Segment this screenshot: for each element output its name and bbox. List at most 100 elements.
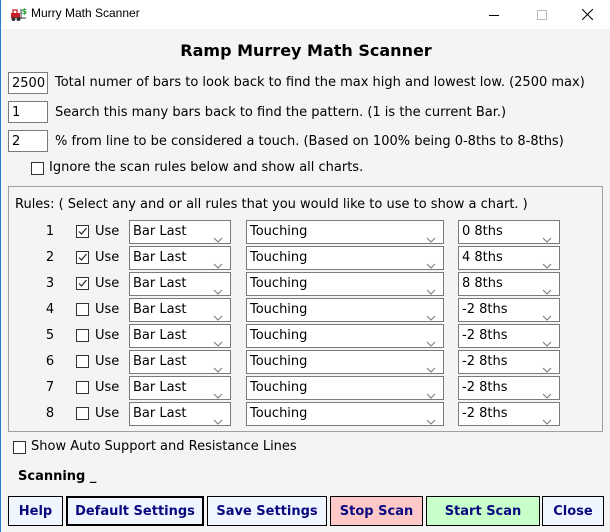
chevron-down-icon — [213, 333, 223, 347]
rule-bar-value: Bar Last — [133, 328, 187, 343]
rule-condition-value: Touching — [250, 354, 308, 369]
chevron-down-icon — [213, 281, 223, 295]
rule-use-checkbox[interactable] — [76, 225, 89, 238]
minimize-button[interactable] — [471, 0, 517, 29]
close-button[interactable]: Close — [542, 496, 604, 526]
chevron-down-icon — [213, 359, 223, 373]
rule-level-value: -2 8ths — [462, 406, 508, 421]
rule-level-value: -2 8ths — [462, 302, 508, 317]
rule-use-label: Use — [95, 328, 120, 343]
window-title: Murry Math Scanner — [31, 6, 140, 20]
rule-bar-select[interactable]: Bar Last — [129, 350, 231, 374]
rule-number: 1 — [45, 224, 55, 239]
rule-condition-value: Touching — [250, 328, 308, 343]
rule-use-checkbox[interactable] — [76, 329, 89, 342]
rule-level-select[interactable]: 4 8ths — [458, 246, 560, 270]
rule-use-checkbox[interactable] — [76, 407, 89, 420]
rule-condition-value: Touching — [250, 250, 308, 265]
rule-bar-value: Bar Last — [133, 354, 187, 369]
rule-level-select[interactable]: -2 8ths — [458, 324, 560, 348]
rule-number: 2 — [45, 250, 55, 265]
chevron-down-icon — [426, 281, 436, 295]
ignore-rules-checkbox[interactable] — [31, 162, 44, 175]
rule-condition-select[interactable]: Touching — [246, 272, 444, 296]
rule-level-select[interactable]: 0 8ths — [458, 220, 560, 244]
auto-lines-checkbox[interactable] — [13, 441, 26, 454]
rule-bar-value: Bar Last — [133, 250, 187, 265]
forklift-dollar-icon: $ — [10, 6, 28, 22]
rule-bar-select[interactable]: Bar Last — [129, 272, 231, 296]
rule-use-checkbox[interactable] — [76, 303, 89, 316]
chevron-down-icon — [542, 385, 552, 399]
chevron-down-icon — [542, 307, 552, 321]
rule-use-checkbox[interactable] — [76, 251, 89, 264]
chevron-down-icon — [426, 255, 436, 269]
rule-condition-select[interactable]: Touching — [246, 376, 444, 400]
chevron-down-icon — [426, 229, 436, 243]
search-bars-label: Search this many bars back to find the p… — [55, 105, 507, 120]
page-title: Ramp Murrey Math Scanner — [180, 41, 432, 60]
chevron-down-icon — [542, 229, 552, 243]
stop-scan-button[interactable]: Stop Scan — [330, 496, 423, 526]
rule-level-select[interactable]: -2 8ths — [458, 402, 560, 426]
help-button[interactable]: Help — [8, 496, 63, 526]
rule-condition-select[interactable]: Touching — [246, 324, 444, 348]
rule-level-value: -2 8ths — [462, 354, 508, 369]
rule-use-label: Use — [95, 354, 120, 369]
maximize-button[interactable] — [519, 0, 565, 29]
close-icon — [581, 9, 593, 20]
rule-condition-value: Touching — [250, 406, 308, 421]
rule-level-select[interactable]: -2 8ths — [458, 350, 560, 374]
rule-use-label: Use — [95, 276, 120, 291]
lookback-bars-label: Total numer of bars to look back to find… — [55, 75, 585, 90]
chevron-down-icon — [426, 385, 436, 399]
rule-bar-select[interactable]: Bar Last — [129, 298, 231, 322]
close-window-button[interactable] — [564, 0, 610, 29]
scan-status: Scanning _ — [18, 469, 97, 484]
rule-condition-value: Touching — [250, 224, 308, 239]
rule-use-label: Use — [95, 224, 120, 239]
rule-bar-select[interactable]: Bar Last — [129, 376, 231, 400]
rule-level-select[interactable]: -2 8ths — [458, 376, 560, 400]
chevron-down-icon — [542, 281, 552, 295]
save-settings-button[interactable]: Save Settings — [207, 496, 327, 526]
default-settings-button[interactable]: Default Settings — [66, 496, 204, 526]
rule-number: 7 — [45, 380, 55, 395]
rule-use-label: Use — [95, 302, 120, 317]
rule-bar-select[interactable]: Bar Last — [129, 324, 231, 348]
chevron-down-icon — [426, 333, 436, 347]
chevron-down-icon — [426, 359, 436, 373]
search-bars-input[interactable] — [8, 101, 48, 123]
rule-condition-select[interactable]: Touching — [246, 220, 444, 244]
start-scan-button[interactable]: Start Scan — [426, 496, 540, 526]
svg-text:$: $ — [22, 7, 28, 16]
rule-bar-value: Bar Last — [133, 302, 187, 317]
rule-condition-select[interactable]: Touching — [246, 350, 444, 374]
touch-percent-input[interactable] — [8, 130, 48, 152]
rule-number: 3 — [45, 276, 55, 291]
rule-level-value: 4 8ths — [462, 250, 503, 265]
rule-level-value: 0 8ths — [462, 224, 503, 239]
rules-group: Rules: ( Select any and or all rules tha… — [8, 186, 603, 432]
rule-condition-value: Touching — [250, 302, 308, 317]
rule-condition-select[interactable]: Touching — [246, 402, 444, 426]
rule-level-select[interactable]: 8 8ths — [458, 272, 560, 296]
rule-bar-select[interactable]: Bar Last — [129, 246, 231, 270]
rule-bar-value: Bar Last — [133, 406, 187, 421]
rule-bar-select[interactable]: Bar Last — [129, 220, 231, 244]
rule-level-select[interactable]: -2 8ths — [458, 298, 560, 322]
lookback-bars-input[interactable] — [8, 72, 48, 94]
rule-use-checkbox[interactable] — [76, 381, 89, 394]
rule-condition-select[interactable]: Touching — [246, 298, 444, 322]
rule-use-checkbox[interactable] — [76, 277, 89, 290]
rule-bar-value: Bar Last — [133, 224, 187, 239]
chevron-down-icon — [213, 307, 223, 321]
rule-bar-select[interactable]: Bar Last — [129, 402, 231, 426]
rule-use-label: Use — [95, 250, 120, 265]
chevron-down-icon — [542, 333, 552, 347]
chevron-down-icon — [426, 307, 436, 321]
rule-use-checkbox[interactable] — [76, 355, 89, 368]
rule-condition-value: Touching — [250, 276, 308, 291]
rule-condition-select[interactable]: Touching — [246, 246, 444, 270]
chevron-down-icon — [542, 411, 552, 425]
